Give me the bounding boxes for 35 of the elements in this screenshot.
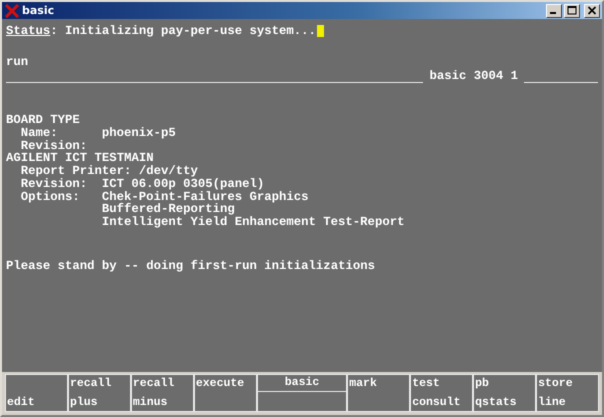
- softkey[interactable]: edit: [5, 374, 68, 412]
- softkey[interactable]: mark: [347, 374, 410, 412]
- softkey[interactable]: pb qstats: [473, 374, 536, 412]
- status-text: : Initializing pay-per-use system...: [50, 25, 316, 38]
- softkey[interactable]: execute: [194, 374, 257, 412]
- field-label: Revision:: [20, 140, 88, 152]
- field-value: ICT 06.00p 0305(panel): [102, 178, 264, 190]
- softkey[interactable]: basic: [256, 374, 348, 412]
- close-button[interactable]: [584, 4, 600, 18]
- prompt-label: basic 3004 1: [429, 69, 518, 84]
- softkey[interactable]: test consult: [410, 374, 474, 412]
- field-value: Intelligent Yield Enhancement Test-Report: [102, 216, 404, 229]
- close-icon: [587, 6, 597, 15]
- status-label: Status: [6, 25, 50, 38]
- message-text: Please stand by -- doing first-run initializations: [6, 260, 375, 272]
- minimize-button[interactable]: [546, 4, 562, 18]
- softkey[interactable]: recall plus: [68, 374, 131, 412]
- field-label: Options:: [20, 190, 81, 204]
- field-value: phoenix-p5: [102, 127, 176, 140]
- field-label: Report Printer:: [20, 165, 132, 178]
- field-value: /dev/tty: [138, 165, 198, 178]
- x-logo-icon: [4, 4, 20, 18]
- softkey[interactable]: recall minus: [130, 374, 194, 412]
- maximize-button[interactable]: [564, 4, 580, 18]
- field-value: Buffered-Reporting: [102, 203, 235, 216]
- field-value: Chek-Point-Failures Graphics: [102, 190, 309, 204]
- section-heading: AGILENT ICT TESTMAIN: [6, 152, 154, 166]
- section-heading: BOARD TYPE: [6, 114, 80, 128]
- command-text: run: [6, 56, 28, 68]
- field-label: Name:: [20, 127, 58, 140]
- window-title: basic: [22, 4, 56, 17]
- field-label: Revision:: [20, 178, 88, 190]
- maximize-icon: [567, 6, 577, 15]
- softkey[interactable]: store line: [536, 374, 600, 412]
- text-cursor: [316, 25, 324, 37]
